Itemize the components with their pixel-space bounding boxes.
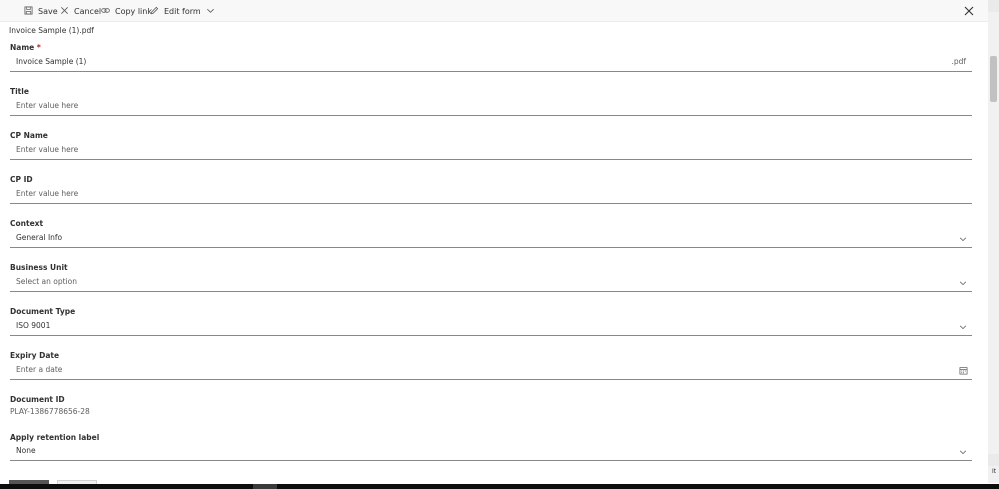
context-label: Context: [10, 219, 44, 228]
close-button[interactable]: [964, 6, 974, 16]
edit-form-button[interactable]: Edit form: [150, 0, 220, 22]
required-marker: *: [36, 43, 41, 52]
business-unit-dropdown[interactable]: Select an option: [10, 274, 972, 292]
link-icon: [101, 6, 115, 17]
name-suffix: .pdf: [951, 57, 966, 66]
cp-id-label: CP ID: [10, 175, 33, 184]
taskbar-item[interactable]: [253, 484, 277, 489]
cp-name-label: CP Name: [10, 131, 48, 140]
chevron-down-icon: [959, 235, 967, 243]
side-peek-text: It: [992, 468, 997, 475]
title-label: Title: [10, 87, 29, 96]
context-value: General Info: [16, 233, 63, 242]
retention-value: None: [16, 446, 36, 455]
document-id-label: Document ID: [10, 395, 65, 404]
cp-name-field[interactable]: Enter value here: [10, 142, 972, 160]
title-placeholder: Enter value here: [16, 101, 79, 110]
chevron-down-icon: [959, 279, 967, 287]
taskbar: [0, 484, 999, 489]
vertical-scrollbar[interactable]: [988, 0, 999, 483]
cancel-label: Cancel: [74, 6, 102, 16]
copy-link-button[interactable]: Copy link: [101, 0, 152, 22]
cp-id-field[interactable]: Enter value here: [10, 186, 972, 204]
business-unit-placeholder: Select an option: [16, 277, 77, 286]
edit-icon: [150, 6, 164, 17]
document-type-label: Document Type: [10, 307, 76, 316]
save-button[interactable]: Save: [24, 0, 58, 22]
name-value: Invoice Sample (1): [16, 57, 87, 66]
retention-dropdown[interactable]: None: [10, 443, 972, 461]
business-unit-label: Business Unit: [10, 263, 68, 272]
scroll-up-arrow[interactable]: [988, 0, 999, 12]
chevron-down-icon: [959, 448, 967, 456]
save-icon: [24, 5, 38, 17]
expiry-date-label: Expiry Date: [10, 351, 60, 360]
document-type-value: ISO 9001: [16, 321, 51, 330]
file-name-heading: Invoice Sample (1).pdf: [9, 26, 94, 35]
cancel-button[interactable]: Cancel: [60, 0, 101, 22]
cancel-icon: [60, 6, 74, 17]
calendar-icon[interactable]: [959, 366, 968, 375]
retention-label: Apply retention label: [10, 433, 100, 442]
title-field[interactable]: Enter value here: [10, 98, 972, 116]
chevron-down-icon: [959, 323, 967, 331]
context-dropdown[interactable]: General Info: [10, 230, 972, 248]
document-id-value: PLAY-1386778656-28: [10, 407, 90, 416]
name-label: Name *: [10, 43, 41, 52]
scroll-thumb[interactable]: [990, 56, 997, 102]
close-icon: [964, 6, 974, 16]
expiry-date-placeholder: Enter a date: [16, 365, 63, 374]
command-bar: Save Cancel Copy link Edit form: [0, 0, 988, 22]
cp-name-placeholder: Enter value here: [16, 145, 79, 154]
save-label: Save: [38, 6, 58, 16]
edit-form-label: Edit form: [164, 6, 201, 16]
expiry-date-picker[interactable]: Enter a date: [10, 362, 972, 380]
scroll-down-arrow[interactable]: [988, 454, 999, 466]
cp-id-placeholder: Enter value here: [16, 189, 79, 198]
document-type-dropdown[interactable]: ISO 9001: [10, 318, 972, 336]
copy-link-label: Copy link: [115, 6, 152, 16]
chevron-down-icon: [206, 6, 220, 17]
name-field[interactable]: Invoice Sample (1) .pdf: [10, 54, 972, 72]
name-label-text: Name: [10, 43, 35, 52]
